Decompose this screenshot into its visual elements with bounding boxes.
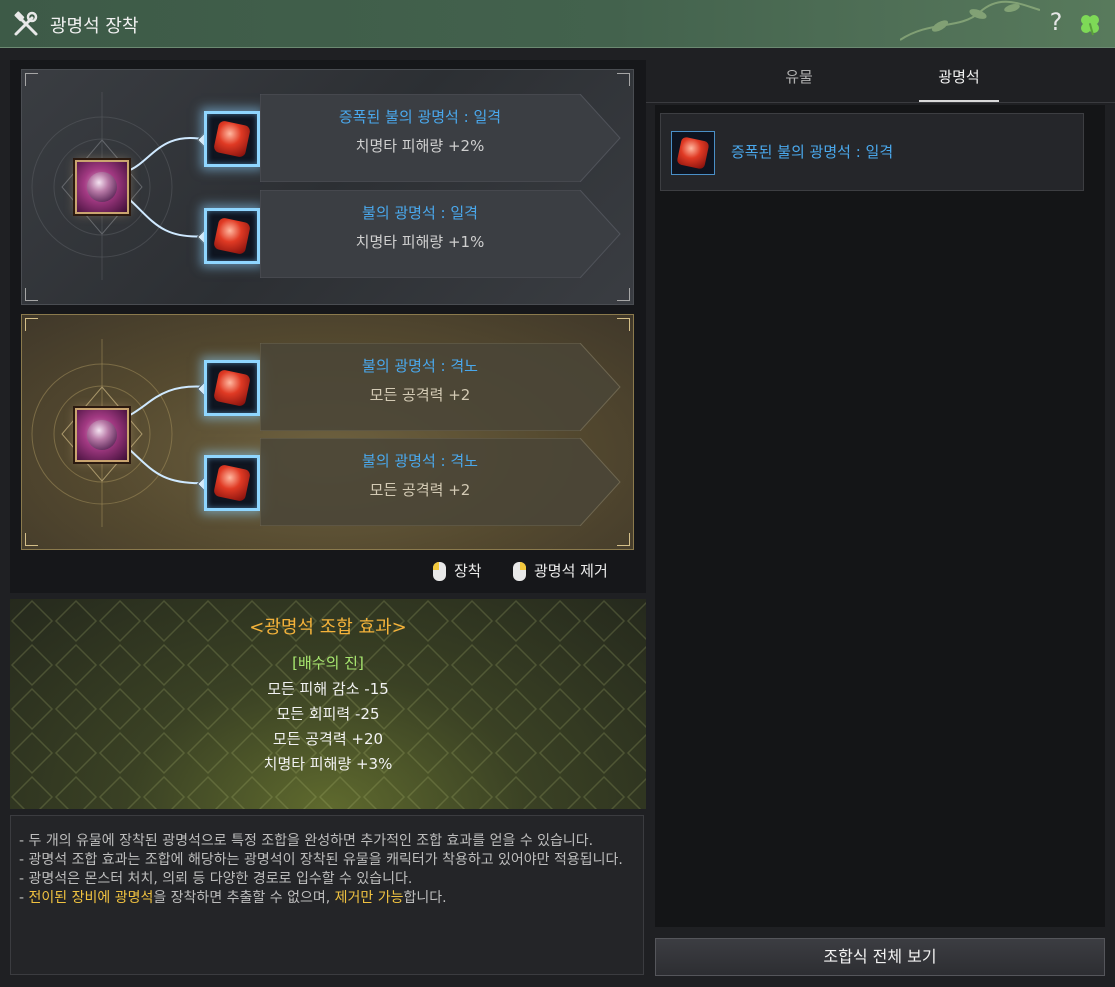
description-line: - 전이된 장비에 광명석을 장착하면 추출할 수 없으며, 제거만 가능합니다… bbox=[19, 890, 447, 906]
relic-slot-bottom: 불의 광명석 : 격노 모든 공격력 +2 불의 광명석 : 격노 모든 공격력… bbox=[21, 314, 634, 550]
combo-effect-line: 모든 피해 감소 -15 bbox=[267, 680, 389, 698]
description-box: - 두 개의 유물에 장착된 광명석으로 특정 조합을 완성하면 추가적인 조합… bbox=[10, 815, 644, 975]
window-title: 광명석 장착 bbox=[50, 16, 139, 37]
legend-equip-label: 장착 bbox=[454, 562, 482, 580]
gem-info-bottom-2: 불의 광명석 : 격노 모든 공격력 +2 bbox=[260, 438, 632, 526]
help-icon[interactable]: ? bbox=[1046, 8, 1066, 36]
relic-slot-top: 증폭된 불의 광명석 : 일격 치명타 피해량 +2% 불의 광명석 : 일격 … bbox=[21, 69, 634, 305]
combo-effect-line: 치명타 피해량 +3% bbox=[263, 755, 393, 773]
tab-relic[interactable]: 유물 bbox=[759, 66, 839, 100]
gem-info-top-1: 증폭된 불의 광명석 : 일격 치명타 피해량 +2% bbox=[260, 94, 632, 182]
mouse-right-click-icon bbox=[513, 562, 526, 581]
combo-effect-line: 모든 회피력 -25 bbox=[276, 705, 380, 723]
relic-socket-panel: 증폭된 불의 광명석 : 일격 치명타 피해량 +2% 불의 광명석 : 일격 … bbox=[10, 60, 646, 593]
crossed-tools-icon bbox=[14, 11, 38, 36]
gem-stat: 치명타 피해량 +1% bbox=[355, 233, 485, 251]
gem-info-bottom-1: 불의 광명석 : 격노 모든 공격력 +2 bbox=[260, 343, 632, 431]
gem-slot-top-2[interactable] bbox=[204, 208, 260, 264]
gem-name: 불의 광명석 : 격노 bbox=[362, 357, 478, 375]
gem-info-top-2: 불의 광명석 : 일격 치명타 피해량 +1% bbox=[260, 190, 632, 278]
gem-slot-bottom-2[interactable] bbox=[204, 455, 260, 511]
description-line: - 두 개의 유물에 장착된 광명석으로 특정 조합을 완성하면 추가적인 조합… bbox=[19, 833, 594, 849]
gem-stat: 치명타 피해량 +2% bbox=[355, 137, 485, 155]
combo-effect-line: 모든 공격력 +20 bbox=[272, 730, 384, 748]
combo-title: <광명석 조합 효과> bbox=[249, 617, 407, 638]
gem-stat: 모든 공격력 +2 bbox=[369, 386, 471, 404]
relic-icon-top[interactable] bbox=[75, 160, 129, 214]
gem-slot-top-1[interactable] bbox=[204, 111, 260, 167]
description-line: - 광명석 조합 효과는 조합에 해당하는 광명석이 장착된 유물을 캐릭터가 … bbox=[19, 852, 623, 868]
combo-effect-panel: <광명석 조합 효과> [배수의 진] 모든 피해 감소 -15 모든 회피력 … bbox=[10, 599, 646, 809]
gem-name: 불의 광명석 : 격노 bbox=[362, 452, 478, 470]
fire-gem-icon bbox=[671, 131, 715, 175]
tab-divider bbox=[646, 102, 1115, 103]
gem-name: 불의 광명석 : 일격 bbox=[362, 204, 478, 222]
description-line: - 광명석은 몬스터 처치, 의뢰 등 다양한 경로로 입수할 수 있습니다. bbox=[19, 871, 413, 887]
highlight-text: 전이된 장비에 광명석 bbox=[28, 890, 154, 906]
tab-gem[interactable]: 광명석 bbox=[919, 66, 999, 100]
mouse-left-click-icon bbox=[433, 562, 446, 581]
list-item-name: 증폭된 불의 광명석 : 일격 bbox=[731, 143, 894, 161]
legend-equip: 장착 bbox=[433, 560, 482, 584]
gem-stat: 모든 공격력 +2 bbox=[369, 481, 471, 499]
list-item[interactable]: 증폭된 불의 광명석 : 일격 bbox=[660, 113, 1084, 191]
vine-decoration bbox=[900, 0, 1040, 41]
gem-name: 증폭된 불의 광명석 : 일격 bbox=[338, 108, 502, 126]
legend-remove-label: 광명석 제거 bbox=[534, 562, 608, 580]
view-all-recipes-button[interactable]: 조합식 전체 보기 bbox=[655, 938, 1105, 976]
highlight-text: 제거만 가능 bbox=[334, 890, 404, 906]
gem-slot-bottom-1[interactable] bbox=[204, 360, 260, 416]
clover-icon[interactable] bbox=[1077, 11, 1103, 37]
gem-inventory-list: 증폭된 불의 광명석 : 일격 bbox=[655, 105, 1105, 927]
combo-set-name: [배수의 진] bbox=[292, 654, 364, 672]
title-bar: 광명석 장착 ? bbox=[0, 0, 1115, 48]
relic-icon-bottom[interactable] bbox=[75, 408, 129, 462]
legend-remove: 광명석 제거 bbox=[513, 560, 608, 584]
